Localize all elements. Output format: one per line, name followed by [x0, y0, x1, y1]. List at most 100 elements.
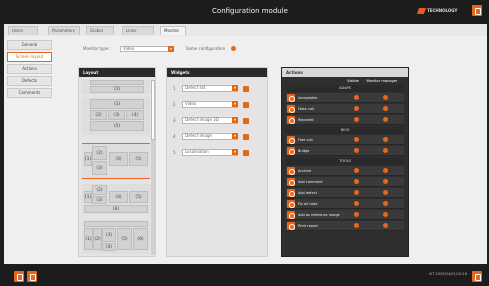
sidebar-item-screen-layout[interactable]: Screen layout: [7, 52, 52, 62]
layout-cell: (3): [102, 228, 116, 242]
manager-toggle[interactable]: [383, 201, 388, 206]
visible-toggle[interactable]: [354, 168, 359, 173]
action-row: Acceptable: [286, 93, 404, 103]
visible-toggle[interactable]: [354, 137, 359, 142]
visible-toggle[interactable]: [354, 95, 359, 100]
scroll-thumb[interactable]: [151, 80, 155, 140]
widget-select[interactable]: Defect image: [182, 133, 238, 140]
action-row: False call: [286, 104, 404, 114]
layout-cell: (1): [90, 99, 144, 109]
action-icon: [287, 167, 295, 175]
back-icon[interactable]: [27, 271, 37, 282]
layout-scrollbar[interactable]: [151, 80, 155, 255]
widget-settings-icon[interactable]: [243, 134, 249, 140]
visible-toggle[interactable]: [354, 223, 359, 228]
layout-cell: (4): [102, 243, 116, 251]
layout-cell: (4): [109, 152, 128, 166]
visible-toggle[interactable]: [354, 212, 359, 217]
manager-toggle[interactable]: [383, 148, 388, 153]
layout-cell: (4): [126, 110, 144, 120]
widget-value: Defect image: [185, 133, 212, 138]
layout-option-selected[interactable]: (2) (1) (3) (4) (5): [82, 143, 150, 179]
manager-toggle[interactable]: [383, 137, 388, 142]
layout-option[interactable]: (1): [82, 80, 150, 94]
monitor-type-label: Monitor type :: [83, 46, 112, 51]
monitor-type-select[interactable]: Video: [120, 46, 174, 52]
brand-mark-icon: [416, 8, 427, 14]
col-visible-header: Visible: [347, 79, 359, 83]
action-icon: [287, 94, 295, 102]
action-label: Repaired: [298, 118, 314, 122]
action-icon: [287, 211, 295, 219]
exit-icon[interactable]: [472, 5, 482, 16]
visible-toggle[interactable]: [354, 179, 359, 184]
visible-toggle[interactable]: [354, 201, 359, 206]
sidebar-item-actions[interactable]: Actions: [7, 64, 52, 74]
tab-global[interactable]: Global: [86, 26, 114, 35]
widget-select[interactable]: Localisation: [182, 149, 238, 156]
tab-monitor[interactable]: Monitor: [160, 26, 186, 35]
manager-toggle[interactable]: [383, 190, 388, 195]
action-row: Fix all code: [286, 199, 404, 209]
widget-select[interactable]: Defect list: [182, 85, 238, 92]
tab-lines[interactable]: Lines: [122, 26, 154, 35]
manager-toggle[interactable]: [383, 212, 388, 217]
manager-toggle[interactable]: [383, 179, 388, 184]
visible-toggle[interactable]: [354, 117, 359, 122]
action-row: Archive: [286, 166, 404, 176]
action-icon: [287, 136, 295, 144]
widget-settings-icon[interactable]: [243, 86, 249, 92]
manager-toggle[interactable]: [383, 95, 388, 100]
home-icon[interactable]: [14, 271, 24, 282]
tab-bar: Users Parameters Global Lines Monitor: [4, 24, 487, 36]
sidebar-item-general[interactable]: General: [7, 40, 52, 50]
widget-number: 1: [173, 86, 176, 91]
sidebar-item-comments[interactable]: Comments: [7, 88, 52, 98]
manager-toggle[interactable]: [383, 106, 388, 111]
action-icon: [287, 116, 295, 124]
widget-settings-icon[interactable]: [243, 150, 249, 156]
widget-number: 4: [173, 134, 176, 139]
same-configuration-label: Same configuration: [186, 46, 226, 51]
chevron-down-icon: [232, 85, 238, 91]
status-text: VIT 2025/04/01/10:16: [428, 272, 467, 276]
action-label: Print report: [298, 224, 318, 228]
action-icon: [287, 222, 295, 230]
layout-cell: (2): [92, 185, 107, 195]
tab-users[interactable]: Users: [8, 26, 38, 35]
monitor-type-value: Video: [123, 46, 135, 51]
manager-toggle[interactable]: [383, 223, 388, 228]
action-icon: [287, 200, 295, 208]
action-label: Add defect: [298, 191, 317, 195]
manager-toggle[interactable]: [383, 117, 388, 122]
layout-option[interactable]: (1) (2) (3) (4) (5): [82, 97, 150, 135]
widget-select[interactable]: Defect image 3D: [182, 117, 238, 124]
visible-toggle[interactable]: [354, 190, 359, 195]
widget-settings-icon[interactable]: [243, 118, 249, 124]
app-title: Configuration module: [212, 7, 288, 15]
widget-number: 5: [173, 150, 176, 155]
widget-number: 3: [173, 118, 176, 123]
visible-toggle[interactable]: [354, 148, 359, 153]
action-icon: [287, 147, 295, 155]
layout-option[interactable]: (2) (1) (3) (4) (5) (6): [82, 184, 150, 214]
layout-cell: (5): [90, 121, 144, 131]
manager-toggle[interactable]: [383, 168, 388, 173]
action-label: Add comment: [298, 180, 323, 184]
layout-cell: (3): [92, 161, 107, 175]
power-icon[interactable]: [472, 271, 482, 282]
layout-option[interactable]: (3) (1) (2) (4) (5) (6): [82, 220, 150, 254]
chevron-down-icon: [232, 133, 238, 139]
actions-panel-title: Actions: [282, 68, 408, 77]
tab-parameters[interactable]: Parameters: [48, 26, 80, 35]
same-configuration-toggle[interactable]: [231, 46, 236, 51]
brand-logo: TECHNOLOGY: [416, 6, 457, 16]
widget-settings-icon[interactable]: [243, 102, 249, 108]
layout-cell: (5): [129, 152, 148, 166]
layout-cell: (5): [117, 228, 132, 250]
sidebar-item-defects[interactable]: Defects: [7, 76, 52, 86]
widget-number: 2: [173, 102, 176, 107]
visible-toggle[interactable]: [354, 106, 359, 111]
widget-select[interactable]: Video: [182, 101, 238, 108]
actions-panel: Actions Visible Monitor manager ADAPS Ac…: [281, 67, 409, 257]
